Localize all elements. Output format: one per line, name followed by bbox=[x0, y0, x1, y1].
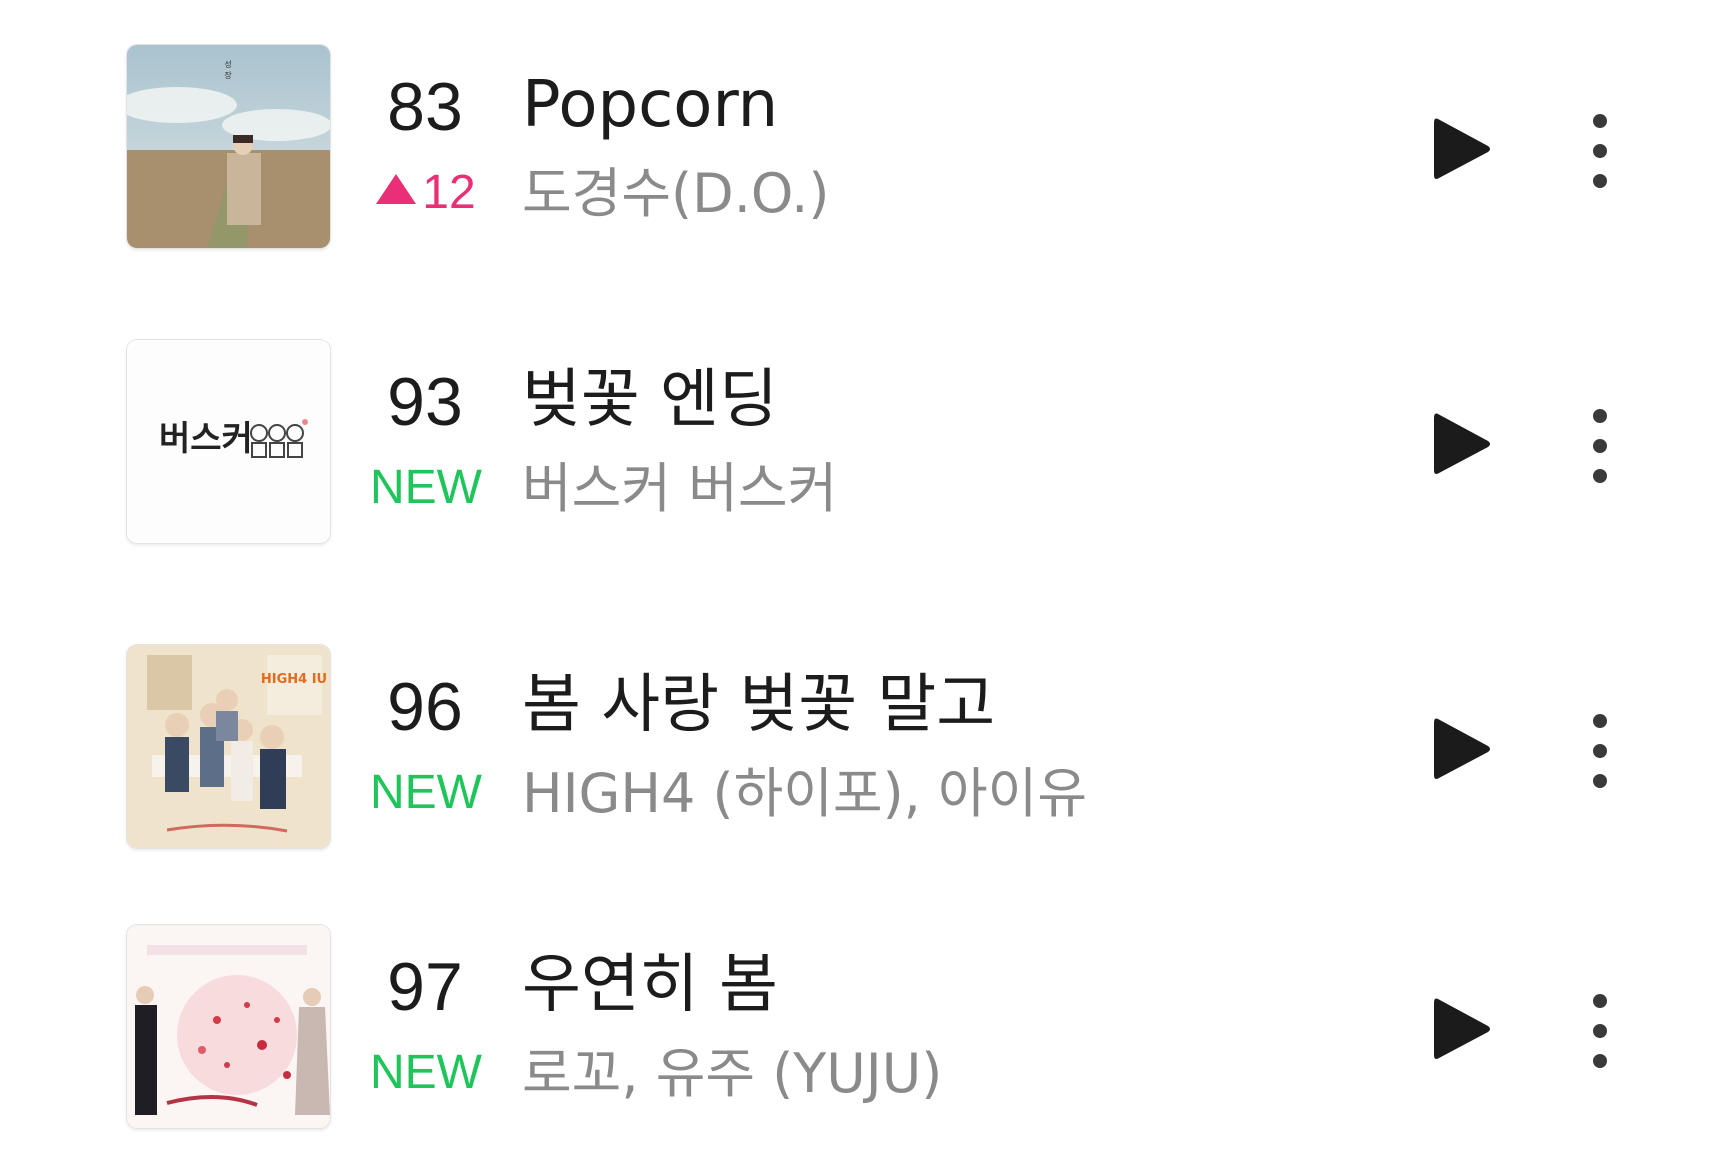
more-vertical-icon bbox=[1593, 714, 1607, 788]
song-artist[interactable]: 버스커 버스커 bbox=[522, 454, 837, 524]
album-art-group-photo[interactable]: HIGH4 IU bbox=[127, 645, 330, 848]
more-vertical-icon bbox=[1593, 994, 1607, 1068]
more-vertical-icon bbox=[1593, 409, 1607, 483]
play-icon bbox=[1434, 118, 1490, 179]
rank-up-triangle-icon bbox=[376, 174, 417, 204]
more-options-button[interactable] bbox=[1578, 989, 1622, 1073]
song-artist[interactable]: 로꼬, 유주 (YUJU) bbox=[522, 1039, 942, 1109]
svg-text:성: 성 bbox=[224, 60, 231, 69]
rank-number: 83 bbox=[387, 69, 463, 145]
play-icon bbox=[1434, 718, 1490, 779]
new-badge: NEW bbox=[370, 1046, 482, 1099]
song-row-3[interactable]: HIGH4 IU 96 NEW 봄 사랑 벚꽃 말고 HIGH4 (하이포), … bbox=[0, 645, 1733, 855]
song-artist[interactable]: 도경수(D.O.) bbox=[522, 159, 829, 229]
rank-change-value: 12 bbox=[422, 166, 476, 219]
play-button[interactable] bbox=[1428, 113, 1494, 185]
song-title[interactable]: 우연히 봄 bbox=[522, 945, 778, 1025]
rank-number: 93 bbox=[387, 364, 463, 440]
play-button[interactable] bbox=[1428, 713, 1494, 785]
album-logo-text: HIGH4 IU bbox=[261, 672, 327, 687]
play-button[interactable] bbox=[1428, 993, 1494, 1065]
chart-list: 성 장 83 12 Popcorn 도경수(D.O.) 버스커 93 NEW 벚… bbox=[0, 0, 1733, 1156]
song-row-1[interactable]: 성 장 83 12 Popcorn 도경수(D.O.) bbox=[0, 45, 1733, 255]
new-badge: NEW bbox=[370, 461, 482, 514]
play-icon bbox=[1434, 998, 1490, 1059]
play-button[interactable] bbox=[1428, 408, 1494, 480]
song-title[interactable]: Popcorn bbox=[522, 65, 778, 145]
song-row-2[interactable]: 버스커 93 NEW 벚꽃 엔딩 버스커 버스커 bbox=[0, 340, 1733, 550]
album-art-field-portrait[interactable]: 성 장 bbox=[127, 45, 330, 248]
song-row-4[interactable]: 97 NEW 우연히 봄 로꼬, 유주 (YUJU) bbox=[0, 925, 1733, 1135]
more-options-button[interactable] bbox=[1578, 109, 1622, 193]
song-artist[interactable]: HIGH4 (하이포), 아이유 bbox=[522, 759, 1087, 829]
rank-number: 96 bbox=[387, 669, 463, 745]
svg-text:장: 장 bbox=[224, 70, 232, 80]
song-title[interactable]: 벚꽃 엔딩 bbox=[522, 360, 778, 440]
more-vertical-icon bbox=[1593, 114, 1607, 188]
more-options-button[interactable] bbox=[1578, 404, 1622, 488]
new-badge: NEW bbox=[370, 766, 482, 819]
play-icon bbox=[1434, 413, 1490, 474]
song-title[interactable]: 봄 사랑 벚꽃 말고 bbox=[522, 665, 995, 745]
album-art-blossom-couple[interactable] bbox=[127, 925, 330, 1128]
rank-change-up: 12 bbox=[370, 163, 482, 223]
more-options-button[interactable] bbox=[1578, 709, 1622, 793]
album-logo-text: 버스커 bbox=[159, 419, 253, 459]
album-art-busker-logo[interactable]: 버스커 bbox=[127, 340, 330, 543]
rank-number: 97 bbox=[387, 949, 463, 1025]
